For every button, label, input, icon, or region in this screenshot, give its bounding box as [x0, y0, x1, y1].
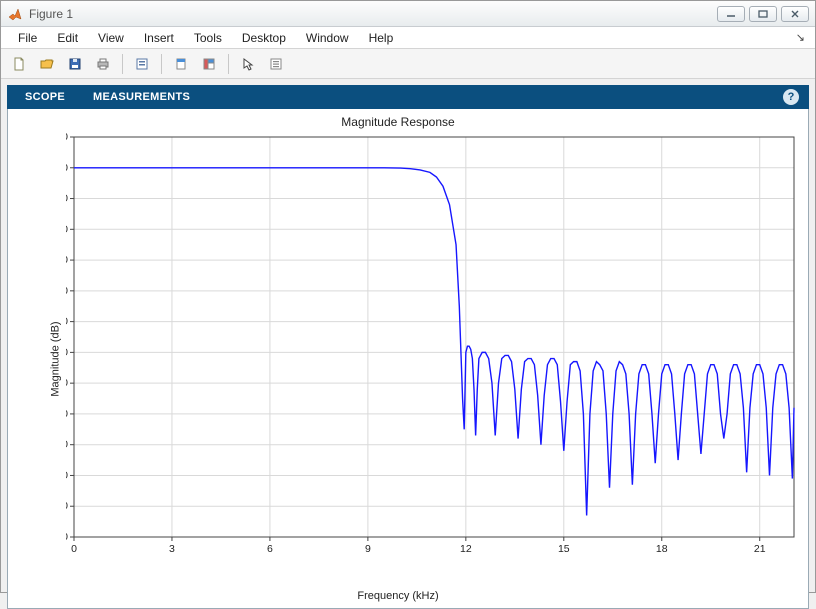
- open-file-button[interactable]: [35, 52, 59, 76]
- matlab-icon: [7, 6, 23, 22]
- svg-text:-110: -110: [66, 500, 68, 512]
- svg-text:-120: -120: [66, 531, 68, 543]
- menu-insert[interactable]: Insert: [135, 29, 183, 47]
- maximize-button[interactable]: [749, 6, 777, 22]
- svg-text:-30: -30: [66, 254, 68, 266]
- y-axis-label: Magnitude (dB): [50, 321, 62, 396]
- svg-text:0: 0: [66, 162, 68, 174]
- close-button[interactable]: [781, 6, 809, 22]
- minimize-button[interactable]: [717, 6, 745, 22]
- svg-text:-70: -70: [66, 377, 68, 389]
- svg-text:-10: -10: [66, 193, 68, 205]
- menu-help[interactable]: Help: [360, 29, 403, 47]
- dock-button[interactable]: [169, 52, 193, 76]
- menu-chevron-icon[interactable]: ↘: [796, 31, 807, 44]
- pointer-button[interactable]: [236, 52, 260, 76]
- svg-text:10: 10: [66, 133, 68, 143]
- svg-text:3: 3: [169, 543, 175, 555]
- property-page-button[interactable]: [264, 52, 288, 76]
- svg-text:0: 0: [71, 543, 77, 555]
- svg-text:12: 12: [460, 543, 472, 555]
- menubar: File Edit View Insert Tools Desktop Wind…: [1, 27, 815, 49]
- svg-text:-80: -80: [66, 408, 68, 420]
- tab-scope[interactable]: SCOPE: [11, 85, 79, 109]
- svg-text:-60: -60: [66, 346, 68, 358]
- menu-tools[interactable]: Tools: [185, 29, 231, 47]
- menu-window[interactable]: Window: [297, 29, 358, 47]
- svg-text:15: 15: [558, 543, 570, 555]
- window-titlebar: Figure 1: [1, 1, 815, 27]
- tab-measurements[interactable]: MEASUREMENTS: [79, 85, 204, 109]
- svg-text:-20: -20: [66, 223, 68, 235]
- svg-text:21: 21: [754, 543, 766, 555]
- menu-file[interactable]: File: [9, 29, 46, 47]
- toolbar-separator: [161, 54, 162, 74]
- svg-text:-50: -50: [66, 316, 68, 328]
- chart-title: Magnitude Response: [8, 115, 788, 129]
- help-button[interactable]: ?: [783, 89, 799, 105]
- x-axis-label: Frequency (kHz): [8, 590, 788, 602]
- svg-text:-100: -100: [66, 469, 68, 481]
- print-preview-button[interactable]: [130, 52, 154, 76]
- svg-text:-40: -40: [66, 285, 68, 297]
- ribbon-bar: SCOPE MEASUREMENTS ?: [7, 85, 809, 109]
- menu-edit[interactable]: Edit: [48, 29, 87, 47]
- plot-panel: Magnitude Response Magnitude (dB) Freque…: [7, 109, 809, 609]
- svg-text:-90: -90: [66, 439, 68, 451]
- svg-text:9: 9: [365, 543, 371, 555]
- chart-svg[interactable]: 0 3 6 9 12 15 18 21 10 0 -10 -20 -30 -40 -50 -60 -70 -80 -…: [66, 133, 796, 565]
- menu-view[interactable]: View: [89, 29, 133, 47]
- toolbar-separator: [228, 54, 229, 74]
- toolbar: [1, 49, 815, 79]
- save-button[interactable]: [63, 52, 87, 76]
- menu-desktop[interactable]: Desktop: [233, 29, 295, 47]
- svg-text:6: 6: [267, 543, 273, 555]
- svg-text:18: 18: [656, 543, 668, 555]
- print-button[interactable]: [91, 52, 115, 76]
- layout-button[interactable]: [197, 52, 221, 76]
- new-file-button[interactable]: [7, 52, 31, 76]
- toolbar-separator: [122, 54, 123, 74]
- window-controls: [717, 6, 809, 22]
- window-title: Figure 1: [29, 7, 717, 21]
